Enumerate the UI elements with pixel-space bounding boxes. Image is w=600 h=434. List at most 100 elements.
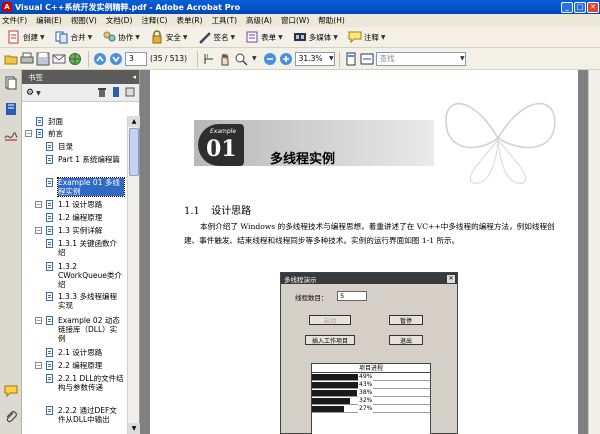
pages-icon[interactable] bbox=[4, 76, 18, 90]
expand-bookmark-icon[interactable] bbox=[125, 87, 135, 99]
page-number-input[interactable]: 3 bbox=[125, 51, 147, 66]
bookmark-label: 1.3.3 多线程编程实现 bbox=[58, 292, 117, 310]
scrollbar-thumb[interactable] bbox=[129, 128, 139, 176]
zoom-out-icon[interactable] bbox=[263, 52, 277, 66]
bookmark-page-icon bbox=[46, 178, 53, 187]
navigation-pane-strip bbox=[0, 70, 22, 434]
figure-dialog-title: 多线程演示 bbox=[284, 275, 317, 284]
chevron-down-icon: ▼ bbox=[460, 55, 465, 62]
figure-close-icon: ✕ bbox=[447, 274, 455, 283]
bookmark-label: 1.3.1 关键函数介绍 bbox=[58, 239, 117, 257]
document-scrollbar[interactable] bbox=[588, 70, 600, 434]
pdf-page: Example 01 多线程实例 1.1 设计思路 本例介绍了 Windows … bbox=[150, 70, 578, 434]
menu-window[interactable]: 窗口(W) bbox=[281, 15, 309, 26]
chevron-down-icon: ▼ bbox=[380, 33, 386, 41]
chevron-down-icon: ▼ bbox=[182, 33, 188, 41]
progress-fill bbox=[312, 398, 350, 404]
options-gear-icon[interactable]: ⚙ ▼ bbox=[26, 88, 41, 98]
multimedia-button[interactable]: 多媒体 ▼ bbox=[290, 28, 341, 46]
secure-label: 安全 bbox=[165, 32, 181, 42]
forms-button[interactable]: 表单 ▼ bbox=[242, 28, 286, 46]
combine-button[interactable]: 合并 ▼ bbox=[52, 28, 96, 46]
collapse-toggle-icon[interactable]: − bbox=[35, 362, 42, 369]
menu-forms[interactable]: 表单(R) bbox=[176, 15, 202, 26]
progress-bar: 38% bbox=[312, 389, 430, 397]
scroll-down-icon[interactable]: ▼ bbox=[128, 423, 140, 434]
next-page-icon[interactable] bbox=[109, 52, 123, 66]
bookmark-page-icon bbox=[46, 406, 53, 415]
bookmarks-icon[interactable] bbox=[4, 102, 18, 116]
zoom-marquee-icon[interactable] bbox=[234, 52, 248, 66]
bookmark-label: 1.3.2 CWorkQueue类介绍 bbox=[58, 262, 122, 289]
bookmark-label: Example 02 动态链接库（DLL）实例 bbox=[58, 316, 120, 343]
fit-width-icon[interactable] bbox=[360, 52, 374, 66]
hand-tool-icon[interactable] bbox=[218, 52, 232, 66]
chevron-down-icon: ▼ bbox=[87, 33, 93, 41]
sign-label: 签名 bbox=[213, 32, 229, 42]
close-panel-icon[interactable]: ◂ bbox=[132, 73, 136, 81]
collapse-toggle-icon[interactable]: − bbox=[35, 201, 42, 208]
attachments-icon[interactable] bbox=[4, 410, 18, 424]
multimedia-label: 多媒体 bbox=[308, 32, 332, 42]
navigation-toolbar: 3 (35 / 513) I ▼ 31.3% ▼ 查找 ▼ bbox=[0, 48, 600, 70]
select-text-icon[interactable]: I bbox=[202, 52, 216, 66]
signatures-icon[interactable] bbox=[4, 128, 18, 142]
bookmark-label: 1.1 设计思路 bbox=[58, 200, 103, 209]
bookmark-page-icon bbox=[46, 316, 53, 325]
chevron-down-icon: ▼ bbox=[278, 33, 283, 41]
progress-fill bbox=[312, 406, 344, 412]
chevron-down-icon[interactable]: ▼ bbox=[252, 55, 257, 62]
sign-button[interactable]: 签名 ▼ bbox=[195, 28, 239, 46]
email-icon[interactable] bbox=[52, 52, 66, 66]
bookmark-label: 2.1 设计思路 bbox=[58, 348, 103, 357]
progress-value: 38% bbox=[358, 389, 374, 397]
bookmark-label: Example 01 多线程实例 bbox=[57, 177, 125, 197]
menu-document[interactable]: 文档(D) bbox=[106, 15, 133, 26]
globe-icon[interactable] bbox=[68, 52, 82, 66]
bookmark-page-icon bbox=[36, 117, 43, 126]
comments-icon[interactable] bbox=[4, 384, 18, 398]
bookmarks-scrollbar[interactable]: ▲ ▼ bbox=[127, 116, 140, 434]
badge-number: 01 bbox=[206, 136, 237, 162]
menu-comments[interactable]: 注释(C) bbox=[141, 15, 167, 26]
menu-edit[interactable]: 编辑(E) bbox=[36, 15, 62, 26]
section-heading: 1.1 设计思路 bbox=[184, 202, 251, 217]
open-folder-icon[interactable] bbox=[4, 52, 18, 66]
zoom-in-icon[interactable] bbox=[279, 52, 293, 66]
menu-advanced[interactable]: 高级(A) bbox=[246, 15, 272, 26]
minimize-button[interactable]: _ bbox=[561, 1, 573, 13]
progress-value: 27% bbox=[358, 405, 374, 413]
figure-start-button: 启动 bbox=[309, 315, 351, 325]
create-button[interactable]: 创建 ▼ bbox=[4, 28, 48, 46]
collapse-toggle-icon[interactable]: − bbox=[35, 227, 42, 234]
secure-button[interactable]: 安全 ▼ bbox=[147, 28, 191, 46]
chapter-badge: Example 01 bbox=[198, 124, 244, 166]
menu-view[interactable]: 视图(V) bbox=[71, 15, 97, 26]
find-input[interactable]: 查找 ▼ bbox=[375, 51, 466, 66]
bookmark-label: 2.2.1 DLL的文件结构与参数传递 bbox=[58, 374, 124, 392]
bookmark-label: Part 1 系统编程篇 bbox=[58, 155, 120, 164]
bookmark-page-icon bbox=[46, 200, 53, 209]
zoom-level-select[interactable]: 31.3% ▼ bbox=[294, 51, 335, 66]
maximize-button[interactable]: □ bbox=[574, 1, 586, 13]
previous-page-icon[interactable] bbox=[93, 52, 107, 66]
collapse-toggle-icon[interactable]: − bbox=[35, 317, 42, 324]
comment-button[interactable]: 注释 ▼ bbox=[345, 28, 389, 46]
menu-file[interactable]: 文件(F) bbox=[2, 15, 27, 26]
fit-page-icon[interactable] bbox=[344, 52, 358, 66]
menu-help[interactable]: 帮助(H) bbox=[318, 15, 345, 26]
save-icon[interactable] bbox=[36, 52, 50, 66]
print-icon[interactable] bbox=[20, 52, 34, 66]
collapse-toggle-icon[interactable]: − bbox=[25, 130, 32, 137]
close-button[interactable]: ✕ bbox=[587, 1, 599, 13]
progress-fill bbox=[312, 382, 363, 388]
section-number: 1.1 bbox=[184, 206, 200, 217]
collaborate-button[interactable]: 协作 ▼ bbox=[99, 28, 143, 46]
toolbar-separator bbox=[197, 50, 199, 67]
new-bookmark-icon[interactable] bbox=[111, 86, 121, 99]
progress-value: 32% bbox=[358, 397, 374, 405]
menu-tools[interactable]: 工具(T) bbox=[212, 15, 237, 26]
delete-bookmark-icon[interactable] bbox=[97, 87, 107, 99]
scroll-up-icon[interactable]: ▲ bbox=[128, 116, 140, 127]
bookmarks-panel: 书签 ◂ ⚙ ▼ 封面 − 前言 目录 Part 1 系统编程篇 Example… bbox=[22, 70, 140, 434]
